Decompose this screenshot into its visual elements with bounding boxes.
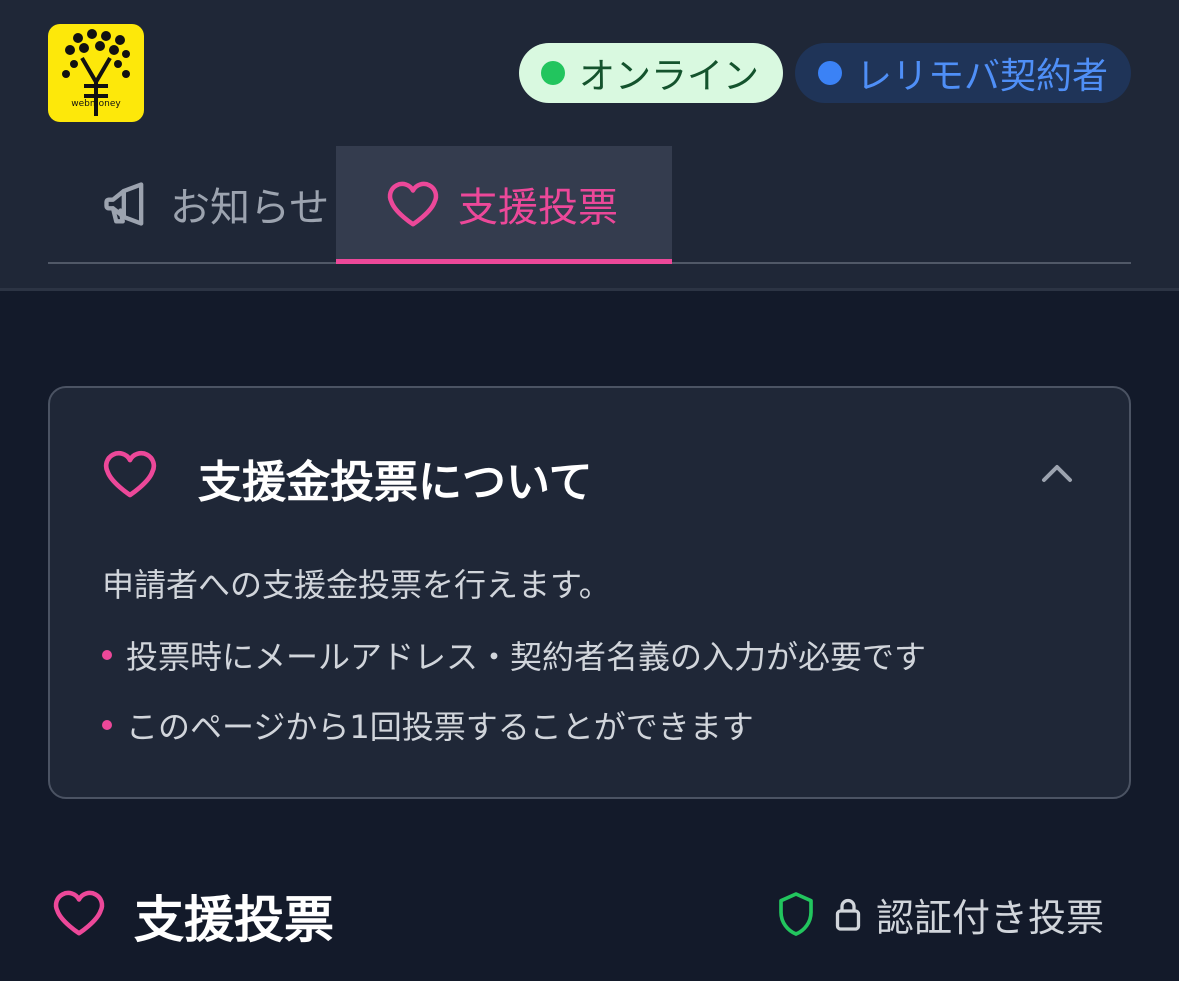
heart-icon bbox=[103, 450, 157, 498]
card-title: 支援金投票について bbox=[198, 457, 593, 508]
shield-icon bbox=[779, 892, 813, 936]
lock-icon bbox=[835, 898, 861, 931]
bullet-text: 投票時にメールアドレス・契約者名義の入力が必要です bbox=[126, 638, 927, 676]
list-item: このページから1回投票することができます bbox=[102, 702, 754, 748]
verified-vote-label: 認証付き投票 bbox=[876, 895, 1105, 940]
tab-news[interactable]: お知らせ bbox=[48, 146, 336, 262]
heart-icon bbox=[53, 890, 105, 936]
voting-info-card: 支援金投票について 申請者への支援金投票を行えます。 投票時にメールアドレス・契… bbox=[48, 386, 1131, 799]
tree-yen-logo-icon: webmoney bbox=[62, 29, 130, 116]
list-item: 投票時にメールアドレス・契約者名義の入力が必要です bbox=[102, 632, 926, 678]
bullet-dot-icon bbox=[102, 650, 112, 660]
card-description: 申請者への支援金投票を行えます。 bbox=[102, 566, 611, 604]
bullet-dot-icon bbox=[102, 720, 112, 730]
user-type-badge: レリモバ契約者 bbox=[795, 43, 1131, 103]
verified-vote-indicator: 認証付き投票 bbox=[776, 888, 1104, 940]
tab-news-label: お知らせ bbox=[170, 185, 330, 231]
webmoney-logo[interactable]: webmoney bbox=[48, 24, 144, 122]
online-status-badge: オンライン bbox=[519, 43, 783, 103]
user-dot-icon bbox=[818, 61, 842, 85]
online-dot-icon bbox=[541, 61, 565, 85]
online-status-label: オンライン bbox=[579, 56, 760, 97]
megaphone-icon bbox=[104, 182, 144, 226]
app-header: webmoney オンライン レリモバ契約者 お知らせ 支援投票 bbox=[0, 0, 1179, 291]
section-title: 支援投票 bbox=[134, 891, 334, 949]
user-type-label: レリモバ契約者 bbox=[856, 56, 1109, 97]
chevron-up-icon[interactable] bbox=[1040, 462, 1074, 484]
tab-vote-label: 支援投票 bbox=[458, 185, 618, 231]
svg-text:webmoney: webmoney bbox=[71, 99, 121, 109]
tab-vote[interactable]: 支援投票 bbox=[336, 146, 672, 264]
bullet-text: このページから1回投票することができます bbox=[126, 708, 754, 746]
heart-icon bbox=[387, 181, 439, 227]
